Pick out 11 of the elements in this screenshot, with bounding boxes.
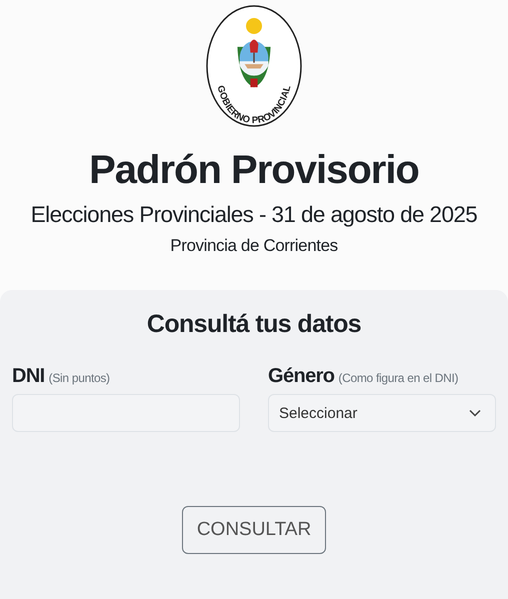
consult-button[interactable]: CONSULTAR: [182, 506, 326, 554]
gender-select[interactable]: Seleccionar: [268, 394, 496, 432]
page-subtitle: Elecciones Provinciales - 31 de agosto de 2025: [30, 201, 478, 229]
form-title: Consultá tus datos: [146, 310, 362, 339]
chevron-down-icon: [469, 409, 481, 417]
page-title: Padrón Provisorio: [89, 147, 419, 194]
field-label: DNI: [12, 365, 45, 388]
field-label: Género: [268, 365, 334, 388]
field-hint: (Sin puntos): [48, 371, 110, 385]
province-name: Provincia de Corrientes: [170, 236, 338, 256]
field-hint: (Como figura en el DNI): [338, 371, 458, 385]
